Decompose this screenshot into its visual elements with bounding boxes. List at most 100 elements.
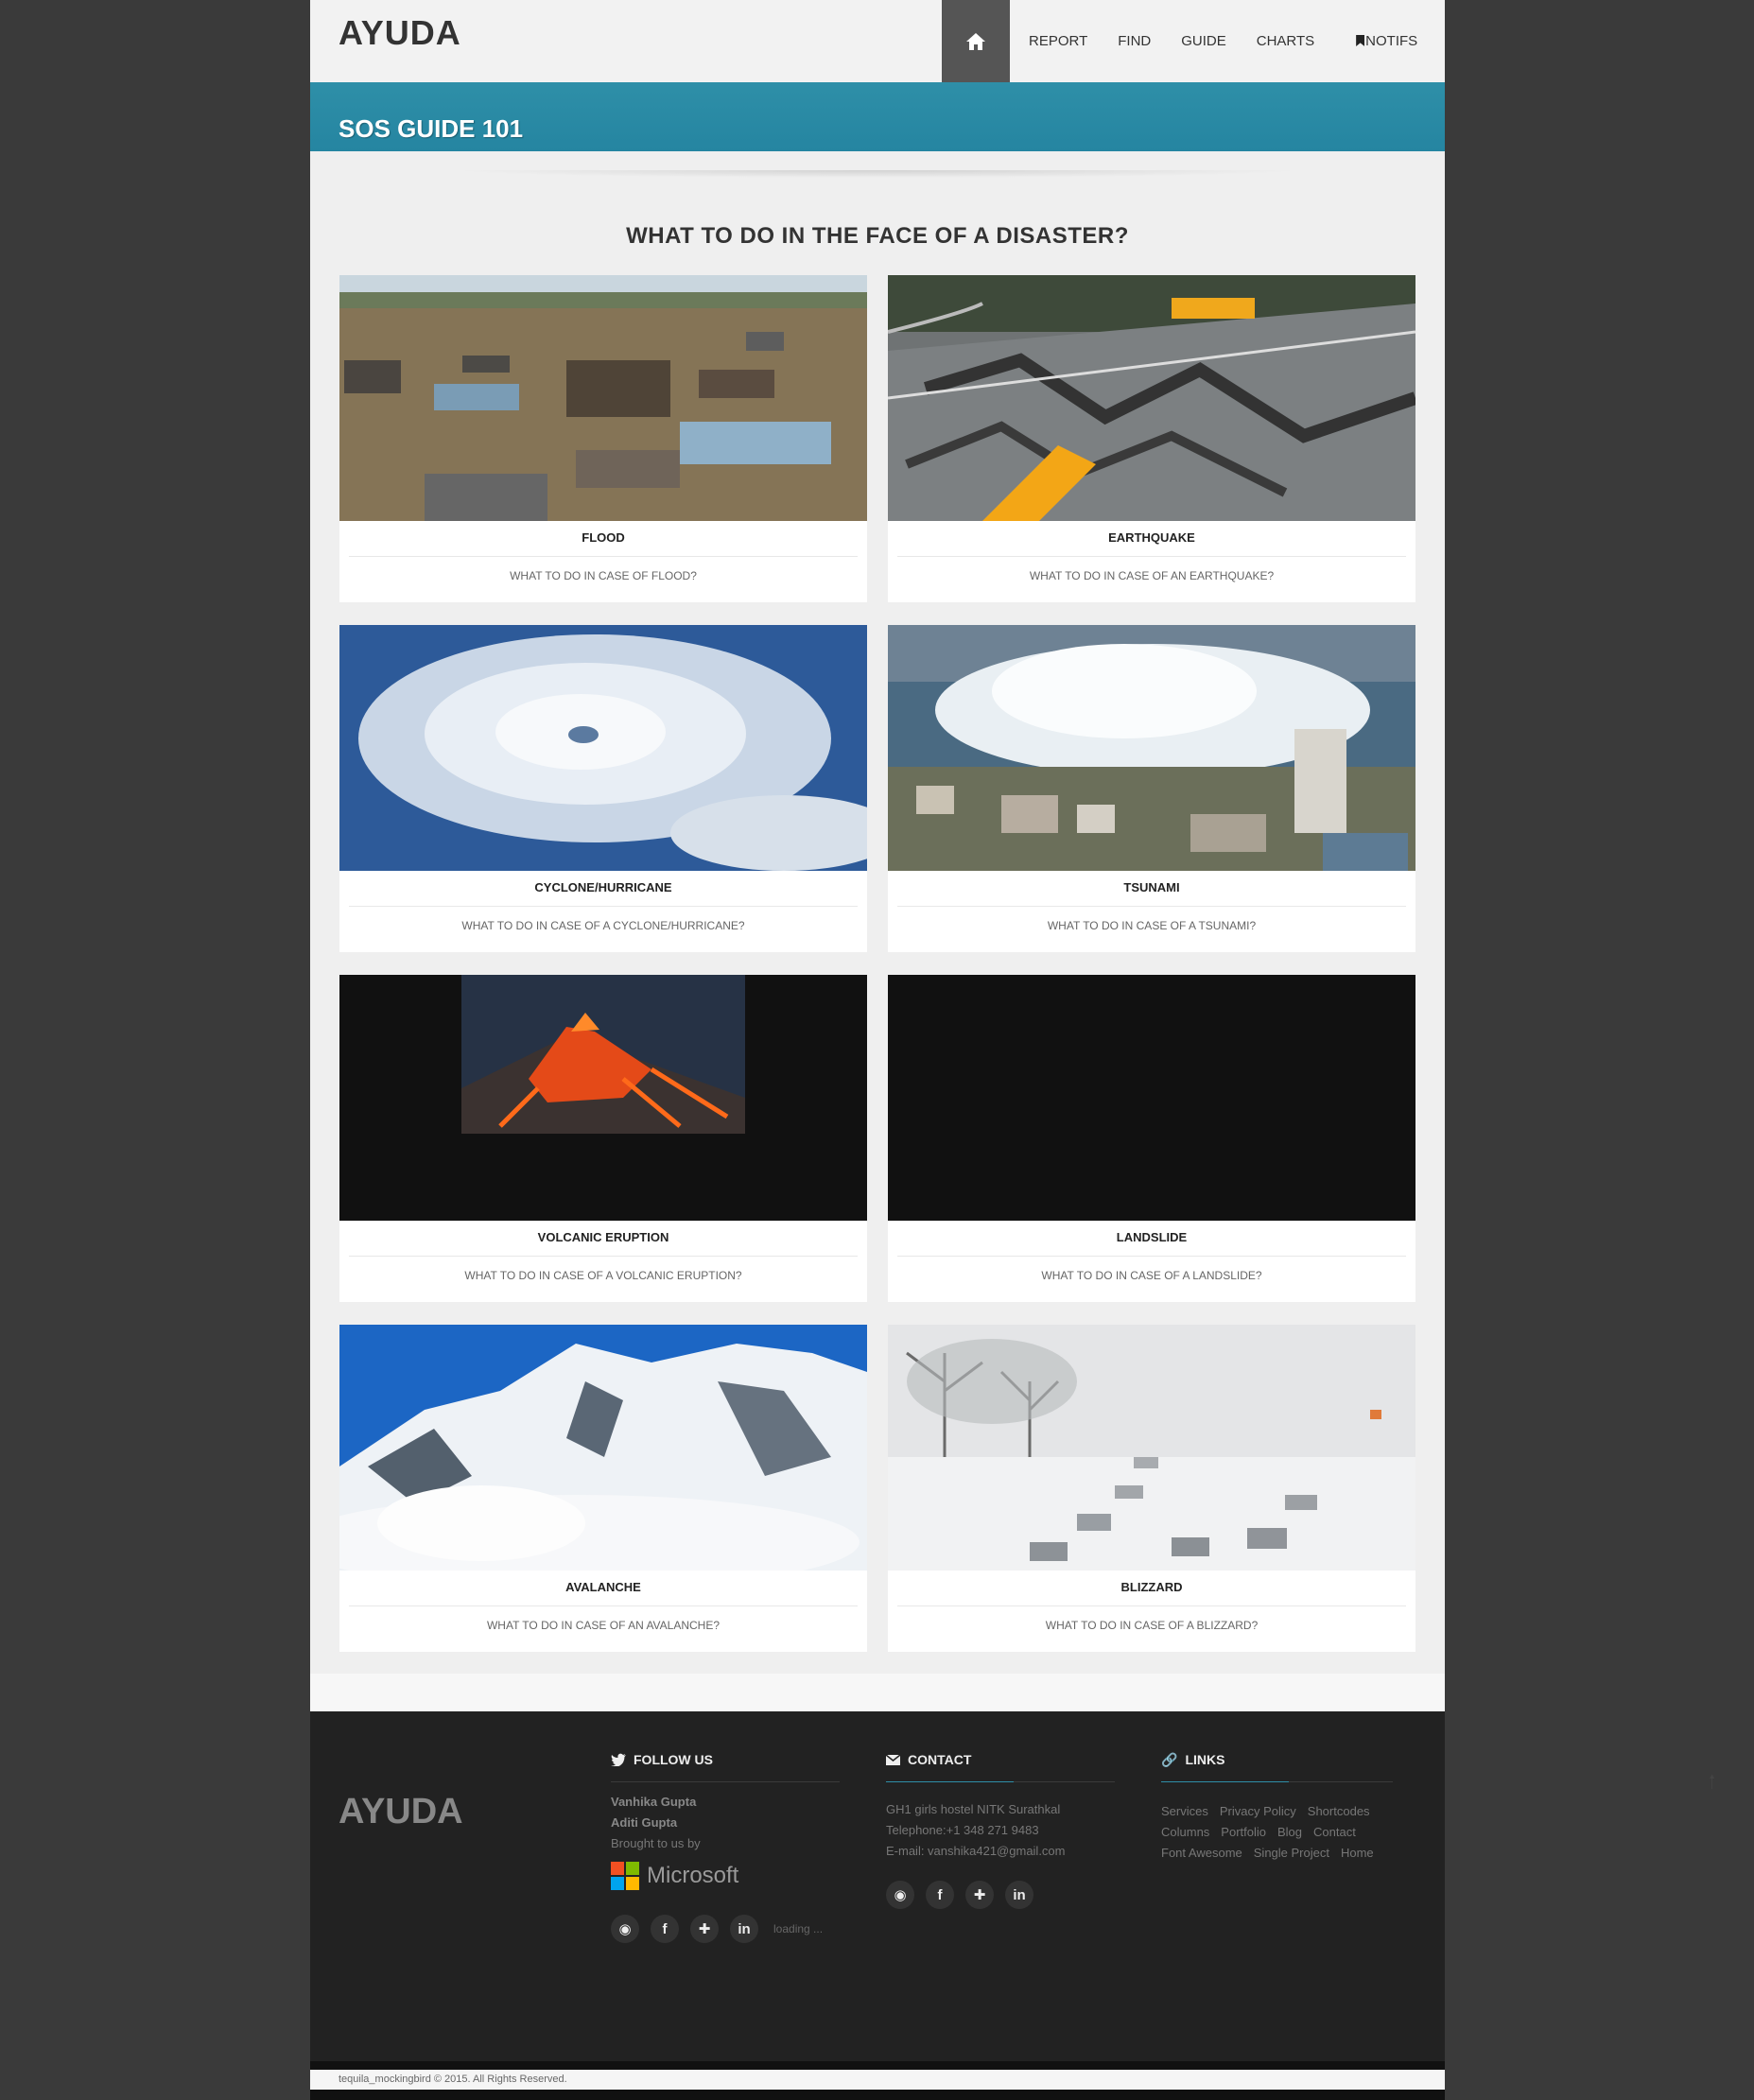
author-name: Aditi Gupta bbox=[611, 1815, 678, 1830]
contact-email[interactable]: E-mail: vanshika421@gmail.com bbox=[886, 1841, 1115, 1862]
landslide-image bbox=[888, 975, 1415, 1221]
card-title: FLOOD bbox=[582, 530, 625, 545]
nav-report[interactable]: REPORT bbox=[1010, 0, 1103, 82]
contact-phone: Telephone:+1 348 271 9483 bbox=[886, 1823, 1039, 1837]
nav-charts[interactable]: CHARTS bbox=[1242, 0, 1329, 82]
link-contact[interactable]: Contact bbox=[1313, 1825, 1356, 1839]
link-blog[interactable]: Blog bbox=[1277, 1825, 1302, 1839]
footer-bottom-strip bbox=[310, 2061, 1445, 2070]
link-font-awesome[interactable]: Font Awesome bbox=[1161, 1846, 1242, 1860]
card-divider bbox=[897, 1256, 1406, 1257]
card-divider bbox=[897, 556, 1406, 557]
card-link[interactable]: WHAT TO DO IN CASE OF A CYCLONE/HURRICAN… bbox=[339, 919, 867, 932]
flood-image bbox=[339, 275, 867, 521]
blizzard-image bbox=[888, 1325, 1415, 1571]
google-plus-icon[interactable]: ✚ bbox=[965, 1881, 994, 1909]
follow-heading-text: FOLLOW US bbox=[634, 1752, 713, 1767]
card-link[interactable]: WHAT TO DO IN CASE OF AN EARTHQUAKE? bbox=[888, 569, 1415, 582]
card-link[interactable]: WHAT TO DO IN CASE OF A TSUNAMI? bbox=[888, 919, 1415, 932]
microsoft-icon bbox=[611, 1862, 639, 1890]
nav-guide[interactable]: GUIDE bbox=[1166, 0, 1242, 82]
scroll-to-top-icon[interactable]: 🠑 bbox=[1709, 1768, 1728, 1793]
footer-links: 🔗 LINKS Services Privacy Policy Shortcodes… bbox=[1161, 1749, 1393, 1864]
social-links: ◉ f ✚ in bbox=[886, 1881, 1115, 1909]
microsoft-logo: Microsoft bbox=[611, 1862, 840, 1890]
card-tsunami[interactable]: TSUNAMI WHAT TO DO IN CASE OF A TSUNAMI? bbox=[888, 625, 1415, 952]
nav-home[interactable] bbox=[942, 0, 1010, 82]
page-title: SOS GUIDE 101 bbox=[339, 114, 524, 143]
card-flood[interactable]: FLOOD WHAT TO DO IN CASE OF FLOOD? bbox=[339, 275, 867, 602]
footer-logo[interactable]: AYUDA bbox=[339, 1792, 463, 1832]
main-nav: REPORT FIND GUIDE CHARTS NOTIFS bbox=[942, 0, 1433, 82]
card-title: TSUNAMI bbox=[1123, 880, 1180, 894]
follow-heading: FOLLOW US bbox=[611, 1749, 840, 1770]
card-link[interactable]: WHAT TO DO IN CASE OF A LANDSLIDE? bbox=[888, 1269, 1415, 1282]
link-portfolio[interactable]: Portfolio bbox=[1221, 1825, 1266, 1839]
footer-follow: FOLLOW US Vanhika Gupta Aditi Gupta Brou… bbox=[611, 1749, 840, 1943]
card-link[interactable]: WHAT TO DO IN CASE OF AN AVALANCHE? bbox=[339, 1619, 867, 1632]
social-links: ◉ f ✚ in loading ... bbox=[611, 1915, 840, 1943]
card-title: VOLCANIC ERUPTION bbox=[537, 1230, 669, 1244]
card-divider bbox=[349, 906, 858, 907]
footer-link-list: Services Privacy Policy Shortcodes Columns… bbox=[1161, 1801, 1393, 1864]
home-icon bbox=[966, 32, 985, 50]
content-bottom-strip bbox=[310, 1674, 1445, 1711]
card-avalanche[interactable]: AVALANCHE WHAT TO DO IN CASE OF AN AVALA… bbox=[339, 1325, 867, 1652]
header: AYUDA REPORT FIND GUIDE CHARTS NOTIFS bbox=[310, 0, 1445, 82]
link-home[interactable]: Home bbox=[1341, 1846, 1374, 1860]
page: AYUDA REPORT FIND GUIDE CHARTS NOTIFS SO… bbox=[310, 0, 1445, 2100]
copyright-text: tequila_mockingbird © 2015. All Rights R… bbox=[339, 2074, 567, 2085]
facebook-icon[interactable]: f bbox=[926, 1881, 954, 1909]
volcano-image bbox=[339, 975, 867, 1221]
card-landslide[interactable]: LANDSLIDE WHAT TO DO IN CASE OF A LANDSL… bbox=[888, 975, 1415, 1302]
card-title: LANDSLIDE bbox=[1116, 1230, 1188, 1244]
tsunami-image bbox=[888, 625, 1415, 871]
card-cyclone[interactable]: CYCLONE/HURRICANE WHAT TO DO IN CASE OF … bbox=[339, 625, 867, 952]
card-link[interactable]: WHAT TO DO IN CASE OF A BLIZZARD? bbox=[888, 1619, 1415, 1632]
card-link[interactable]: WHAT TO DO IN CASE OF A VOLCANIC ERUPTIO… bbox=[339, 1269, 867, 1282]
card-title: AVALANCHE bbox=[565, 1580, 641, 1594]
divider bbox=[452, 170, 1303, 178]
linkedin-icon[interactable]: in bbox=[1005, 1881, 1033, 1909]
brought-by: Brought to us by bbox=[611, 1836, 701, 1850]
github-icon[interactable]: ◉ bbox=[611, 1915, 639, 1943]
footer: AYUDA FOLLOW US Vanhika Gupta Aditi Gupt… bbox=[310, 1711, 1445, 2061]
contact-heading-text: CONTACT bbox=[908, 1752, 972, 1767]
page-banner: SOS GUIDE 101 bbox=[310, 82, 1445, 151]
link-privacy-policy[interactable]: Privacy Policy bbox=[1220, 1804, 1296, 1818]
github-icon[interactable]: ◉ bbox=[886, 1881, 914, 1909]
contact-address: GH1 girls hostel NITK Surathkal bbox=[886, 1802, 1061, 1816]
card-link[interactable]: WHAT TO DO IN CASE OF FLOOD? bbox=[339, 569, 867, 582]
nav-notifs[interactable]: NOTIFS bbox=[1329, 0, 1433, 82]
link-columns[interactable]: Columns bbox=[1161, 1825, 1209, 1839]
card-blizzard[interactable]: BLIZZARD WHAT TO DO IN CASE OF A BLIZZAR… bbox=[888, 1325, 1415, 1652]
divider bbox=[1161, 1781, 1393, 1782]
page-bottom-strip bbox=[310, 2090, 1445, 2100]
card-volcanic-eruption[interactable]: VOLCANIC ERUPTION WHAT TO DO IN CASE OF … bbox=[339, 975, 867, 1302]
card-divider bbox=[349, 1256, 858, 1257]
card-earthquake[interactable]: EARTHQUAKE WHAT TO DO IN CASE OF AN EART… bbox=[888, 275, 1415, 602]
earthquake-image bbox=[888, 275, 1415, 521]
link-single-project[interactable]: Single Project bbox=[1254, 1846, 1329, 1860]
card-divider bbox=[897, 906, 1406, 907]
cyclone-image bbox=[339, 625, 867, 871]
linkedin-icon[interactable]: in bbox=[730, 1915, 758, 1943]
google-plus-icon[interactable]: ✚ bbox=[690, 1915, 719, 1943]
links-heading: 🔗 LINKS bbox=[1161, 1749, 1393, 1770]
link-shortcodes[interactable]: Shortcodes bbox=[1308, 1804, 1370, 1818]
facebook-icon[interactable]: f bbox=[651, 1915, 679, 1943]
card-divider bbox=[349, 556, 858, 557]
link-icon: 🔗 bbox=[1161, 1751, 1178, 1767]
divider bbox=[886, 1781, 1115, 1782]
link-services[interactable]: Services bbox=[1161, 1804, 1208, 1818]
card-divider bbox=[897, 1605, 1406, 1606]
card-title: EARTHQUAKE bbox=[1108, 530, 1195, 545]
envelope-icon bbox=[886, 1754, 900, 1765]
links-heading-text: LINKS bbox=[1185, 1752, 1225, 1767]
nav-notifs-label: NOTIFS bbox=[1365, 33, 1418, 49]
loading-text: loading ... bbox=[773, 1922, 824, 1935]
nav-find[interactable]: FIND bbox=[1103, 0, 1166, 82]
bookmark-icon bbox=[1356, 35, 1365, 46]
site-logo[interactable]: AYUDA bbox=[339, 13, 461, 53]
copyright-bar: tequila_mockingbird © 2015. All Rights R… bbox=[310, 2070, 1445, 2090]
